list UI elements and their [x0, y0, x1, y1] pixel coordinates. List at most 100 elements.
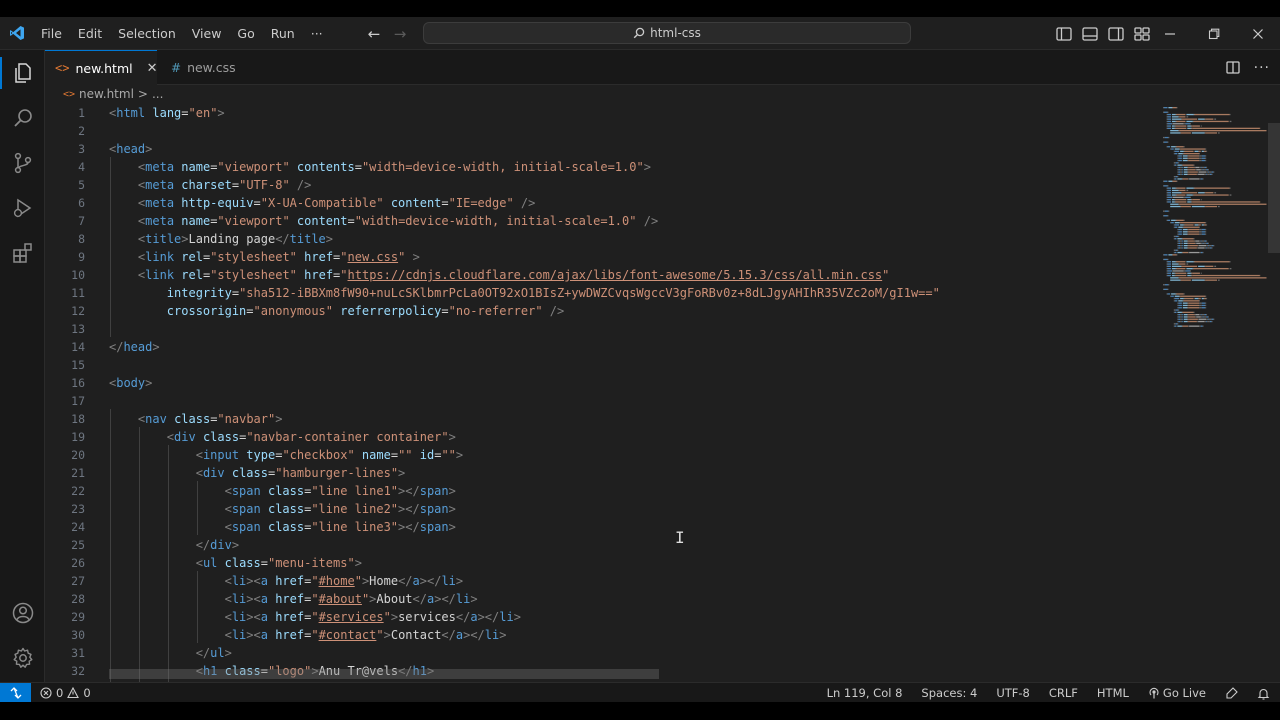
more-actions-icon[interactable]: ··· [1254, 60, 1270, 76]
feedback-icon[interactable] [1225, 686, 1238, 700]
code-line[interactable]: <li><a href="#contact">Contact</a></li> [109, 626, 507, 644]
breadcrumb-rest[interactable]: ... [152, 87, 163, 101]
menu-go[interactable]: Go [229, 17, 262, 50]
code-line[interactable]: <meta name="viewport" content="width=dev… [109, 212, 658, 230]
minimap-line [1174, 164, 1177, 166]
notifications-bell-icon[interactable] [1257, 687, 1270, 700]
code-line[interactable]: <html lang="en"> [109, 104, 225, 122]
close-window-icon[interactable] [1236, 17, 1280, 50]
code-line[interactable]: <title>Landing page</title> [109, 230, 333, 248]
code-editor[interactable]: 1 2 3 4 5 6 7 8 9 10 11 12 13 14 15 16 17 18 19 20 21 22 23 24 2… [45, 103, 1280, 682]
code-line[interactable]: <li><a href="#home">Home</a></li> [109, 572, 464, 590]
indentation[interactable]: Spaces: 4 [921, 686, 977, 700]
code-line[interactable]: </div> [109, 536, 239, 554]
minimap-line [1172, 265, 1181, 267]
search-sidebar-icon[interactable] [0, 98, 45, 138]
code-line[interactable]: <div class="hamburger-lines"> [109, 464, 406, 482]
horizontal-scrollbar[interactable] [109, 669, 659, 679]
forward-arrow-icon[interactable]: → [392, 25, 408, 43]
code-line[interactable]: <meta charset="UTF-8" /> [109, 176, 311, 194]
vertical-scrollbar[interactable] [1268, 103, 1280, 682]
source-control-icon[interactable] [0, 143, 45, 183]
extensions-icon[interactable] [0, 233, 45, 273]
menu-edit[interactable]: Edit [70, 17, 110, 50]
code-line[interactable]: <input type="checkbox" name="" id=""> [109, 446, 463, 464]
code-line[interactable]: <div class="navbar-container container"> [109, 428, 456, 446]
code-line[interactable]: <body> [109, 374, 152, 392]
code-line[interactable]: <span class="line line3"></span> [109, 518, 456, 536]
minimap-line [1173, 238, 1175, 240]
code-token: class [224, 556, 261, 570]
toggle-primary-sidebar-icon[interactable] [1056, 26, 1072, 41]
code-line[interactable]: <link rel="stylesheet" href="https://cdn… [109, 266, 889, 284]
back-arrow-icon[interactable]: ← [366, 25, 382, 43]
minimap-line [1180, 240, 1182, 242]
code-token: li [441, 574, 456, 588]
account-icon[interactable] [0, 593, 45, 633]
minimap-line [1177, 176, 1179, 178]
run-debug-icon[interactable] [0, 188, 45, 228]
minimap-line [1178, 173, 1181, 175]
code-line[interactable]: <link rel="stylesheet" href="new.css" > [109, 248, 420, 266]
file-encoding[interactable]: UTF-8 [996, 686, 1030, 700]
minimap-line [1176, 293, 1184, 295]
minimize-icon[interactable] [1148, 17, 1192, 50]
code-line[interactable]: <ul class="menu-items"> [109, 554, 362, 572]
code-line[interactable]: <span class="line line2"></span> [109, 500, 456, 518]
minimap-line [1194, 224, 1199, 226]
code-line[interactable]: <meta name="viewport" contents="width=de… [109, 158, 651, 176]
language-mode[interactable]: HTML [1097, 686, 1129, 700]
minimap-line [1200, 178, 1203, 180]
remote-indicator-icon[interactable] [0, 682, 31, 703]
toggle-panel-icon[interactable] [1082, 26, 1098, 41]
minimap-line [1166, 127, 1168, 129]
minimap-line [1167, 199, 1172, 201]
scrollbar-thumb[interactable] [1268, 123, 1280, 253]
end-of-line[interactable]: CRLF [1049, 686, 1078, 700]
code-line[interactable]: <head> [109, 140, 152, 158]
code-line[interactable]: integrity="sha512-iBBXm8fW90+nuLcSKlbmrP… [109, 284, 940, 302]
cursor-position[interactable]: Ln 119, Col 8 [827, 686, 903, 700]
minimap-line [1181, 192, 1182, 194]
explorer-icon[interactable] [0, 53, 45, 93]
minimap[interactable] [1161, 103, 1271, 343]
menu-file[interactable]: File [33, 17, 70, 50]
code-line[interactable]: <nav class="navbar"> [109, 410, 283, 428]
code-line[interactable]: <li><a href="#about">About</a></li> [109, 590, 478, 608]
close-tab-icon[interactable]: ✕ [147, 61, 158, 76]
code-line[interactable]: <span class="line line1"></span> [109, 482, 456, 500]
split-editor-icon[interactable] [1225, 61, 1240, 74]
code-area[interactable]: <html lang="en"> <head> <meta name="viewp… [109, 103, 1159, 682]
minimap-line [1197, 318, 1199, 320]
code-line[interactable]: crossorigin="anonymous" referrerpolicy="… [109, 302, 564, 320]
tab-new-html[interactable]: <> new.html ✕ [45, 50, 158, 85]
code-token: > [325, 232, 334, 246]
menu-more[interactable]: ··· [303, 17, 331, 50]
breadcrumb-file[interactable]: new.html [79, 87, 134, 101]
line-number: 20 [71, 448, 85, 462]
minimap-line [1166, 265, 1168, 267]
problems-indicator[interactable]: 0 0 [31, 686, 91, 700]
go-live-button[interactable]: Go Live [1148, 686, 1206, 700]
menu-selection[interactable]: Selection [110, 17, 184, 50]
minimap-line [1183, 247, 1188, 249]
minimap-line [1191, 199, 1193, 201]
minimap-line [1197, 171, 1199, 173]
code-line[interactable]: </ul> [109, 644, 232, 662]
tab-new-css[interactable]: # new.css [161, 50, 261, 85]
minimap-line [1166, 146, 1168, 148]
minimap-line [1172, 180, 1177, 182]
settings-gear-icon[interactable] [0, 638, 45, 678]
menu-run[interactable]: Run [263, 17, 303, 50]
toggle-secondary-sidebar-icon[interactable] [1108, 26, 1124, 41]
code-line[interactable]: <li><a href="#services">services</a></li… [109, 608, 521, 626]
code-token: href [275, 610, 305, 624]
minimap-line [1163, 141, 1164, 143]
restore-icon[interactable] [1192, 17, 1236, 50]
menu-view[interactable]: View [184, 17, 230, 50]
code-line[interactable]: </head> [109, 338, 160, 356]
command-center-search[interactable]: html-css [423, 22, 911, 44]
code-line[interactable]: <meta http-equiv="X-UA-Compatible" conte… [109, 194, 535, 212]
